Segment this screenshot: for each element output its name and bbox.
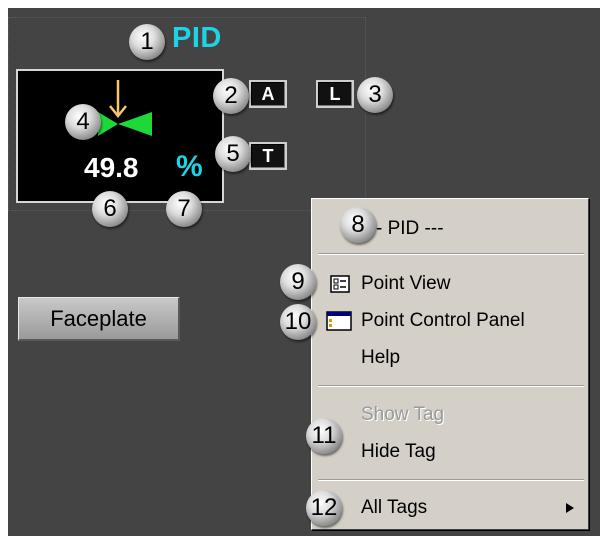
callout-marker-2: 2 (213, 78, 249, 114)
callout-marker-7: 7 (166, 191, 202, 227)
callout-marker-3: 3 (357, 77, 393, 113)
context-menu: - PID --- Point View Point Control Panel… (311, 198, 589, 530)
menu-item-point-view[interactable]: Point View (312, 269, 588, 299)
callout-marker-5: 5 (215, 136, 251, 172)
point-control-panel-icon (326, 311, 352, 331)
menu-item-all-tags[interactable]: All Tags (312, 493, 588, 523)
callout-marker-4: 4 (65, 104, 101, 140)
callout-marker-10: 10 (280, 304, 316, 340)
callout-marker-1: 1 (129, 24, 165, 60)
tag-button[interactable]: T (249, 142, 287, 170)
callout-marker-8: 8 (340, 207, 376, 243)
callout-marker-12: 12 (306, 490, 342, 526)
menu-separator (318, 385, 584, 387)
pid-value: 49.8 (84, 152, 139, 183)
callout-marker-11: 11 (306, 418, 342, 454)
point-view-icon (330, 275, 350, 293)
menu-separator (318, 253, 584, 255)
menu-item-help[interactable]: Help (312, 343, 588, 373)
submenu-arrow-icon (566, 503, 574, 513)
local-button[interactable]: L (316, 80, 354, 108)
callout-marker-6: 6 (92, 191, 128, 227)
callout-marker-9: 9 (280, 264, 316, 300)
menu-item-hide-tag[interactable]: Hide Tag (312, 437, 588, 467)
menu-separator (318, 479, 584, 481)
auto-button[interactable]: A (249, 80, 287, 108)
pid-title: PID (172, 22, 222, 54)
valve-icon (98, 80, 152, 136)
menu-item-point-control-panel[interactable]: Point Control Panel (312, 306, 588, 336)
faceplate-button[interactable]: Faceplate (18, 297, 180, 341)
menu-item-show-tag: Show Tag (361, 404, 445, 425)
pid-unit: % (176, 150, 203, 183)
